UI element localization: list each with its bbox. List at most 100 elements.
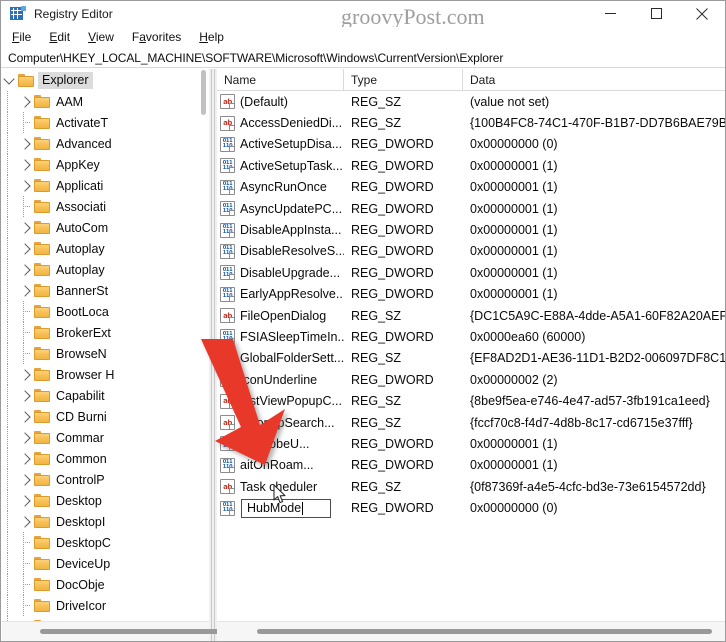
tree-elbow-connector [18, 196, 34, 217]
tree-elbow-connector [18, 532, 34, 553]
registry-value-row[interactable]: ab AccessDeniedDi... REG_SZ {100B4FC8-74C1-… [217, 112, 725, 133]
tree-item-desktop[interactable]: Desktop [2, 490, 209, 511]
registry-value-row[interactable]: 011 110 EarlyAppResolve... REG_DWORD 0x00000… [217, 284, 725, 305]
tree-vertical-scrollbar[interactable] [200, 69, 208, 621]
chevron-right-icon[interactable] [18, 427, 34, 448]
pane-splitter[interactable] [209, 69, 217, 641]
registry-value-row-editing[interactable]: 011 110 HubMode REG_DWORD 0x00000000 (0) [217, 497, 725, 518]
tree-item-controlp[interactable]: ControlP [2, 469, 209, 490]
value-name-edit-input[interactable]: HubMode [241, 498, 331, 518]
tree-guide-line [2, 490, 18, 511]
maximize-button[interactable] [633, 1, 679, 26]
tree-item-advanced[interactable]: Advanced [2, 133, 209, 154]
registry-tree-pane[interactable]: Explorer AAM ActivateT Advanced AppKey Applic… [2, 69, 209, 621]
tree-item-driveicor[interactable]: DriveIcor [2, 595, 209, 616]
minimize-button[interactable] [587, 1, 633, 26]
value-data-cell: {0f87369f-a4e5-4cfc-bd3e-73e6154572dd} [470, 479, 706, 494]
tree-item-desktopc[interactable]: DesktopC [2, 532, 209, 553]
tree-item-applicati[interactable]: Applicati [2, 175, 209, 196]
chevron-right-icon[interactable] [18, 406, 34, 427]
value-name-cell: 011 110 DisableUpgrade... [217, 265, 344, 281]
tree-item-cd-burni[interactable]: CD Burni [2, 406, 209, 427]
tree-item-label: BootLoca [56, 304, 109, 319]
tree-item-appkey[interactable]: AppKey [2, 154, 209, 175]
menu-file[interactable]: File [8, 28, 41, 47]
menu-favorites[interactable]: Favorites [128, 28, 191, 47]
address-bar[interactable]: Computer\HKEY_LOCAL_MACHINE\SOFTWARE\Mic… [1, 48, 725, 68]
registry-value-row[interactable]: 011 110 AsyncRunOnce REG_DWORD 0x00000001 (1… [217, 177, 725, 198]
tree-item-capabilit[interactable]: Capabilit [2, 385, 209, 406]
chevron-right-icon[interactable] [18, 280, 34, 301]
registry-value-row[interactable]: 011 110 DisableResolveS... REG_DWORD 0x00000… [217, 241, 725, 262]
tree-horizontal-scrollbar[interactable] [2, 621, 255, 641]
tree-item-activatet[interactable]: ActivateT [2, 112, 209, 133]
folder-icon [34, 598, 51, 613]
tree-item-bootloca[interactable]: BootLoca [2, 301, 209, 322]
list-horizontal-scrollbar[interactable] [217, 621, 725, 641]
registry-value-row[interactable]: ab FileOpenDialog REG_SZ {DC1C5A9C-E88A-4dd… [217, 305, 726, 326]
registry-value-row[interactable]: 011 110 IconUnderline REG_DWORD 0x00000002 (… [217, 369, 725, 390]
tree-item-autoplay[interactable]: Autoplay [2, 259, 209, 280]
tree-item-associati[interactable]: Associati [2, 196, 209, 217]
chevron-right-icon[interactable] [18, 238, 34, 259]
tree-item-docobje[interactable]: DocObje [2, 574, 209, 595]
chevron-right-icon[interactable] [18, 217, 34, 238]
registry-value-row[interactable]: ab GlobalFolderSett... REG_SZ {EF8AD2D1-AE3… [217, 348, 725, 369]
registry-value-row[interactable]: ab ListViewPopupC... REG_SZ {8be9f5ea-e746-… [217, 390, 725, 411]
column-header-type[interactable]: Type [344, 69, 463, 90]
folder-icon [34, 241, 51, 256]
registry-value-row[interactable]: 011 110 AsyncUpdatePC... REG_DWORD 0x0000000… [217, 198, 725, 219]
tree-item-autoplay[interactable]: Autoplay [2, 238, 209, 259]
tree-item-aam[interactable]: AAM [2, 91, 209, 112]
chevron-right-icon[interactable] [18, 364, 34, 385]
registry-value-row[interactable]: 011 110 ActiveSetupTask... REG_DWORD 0x00000… [217, 155, 725, 176]
chevron-right-icon[interactable] [18, 133, 34, 154]
tree-item-commar[interactable]: Commar [2, 427, 209, 448]
chevron-right-icon[interactable] [18, 175, 34, 196]
value-name-cell: 011 110 FSIASleepTimeIn... [217, 329, 344, 345]
chevron-right-icon[interactable] [18, 448, 34, 469]
menu-view[interactable]: View [84, 28, 124, 47]
value-name-cell: 011 110 AsyncRunOnce [217, 179, 344, 195]
value-name-cell: 011 110 AsyncUpdatePC... [217, 201, 344, 217]
tree-item-autocom[interactable]: AutoCom [2, 217, 209, 238]
registry-value-row[interactable]: 011 110 DisableAppInsta... REG_DWORD 0x00000… [217, 219, 725, 240]
chevron-right-icon[interactable] [18, 490, 34, 511]
tree-item-browsen[interactable]: BrowseN [2, 343, 209, 364]
registry-value-row[interactable]: ab VPopupSearch... REG_SZ {fccf70c8-f4d7-4d… [217, 412, 725, 433]
menu-help[interactable]: Help [195, 28, 234, 47]
registry-values-pane[interactable]: Name Type Data ab (Default) REG_SZ (value n… [217, 69, 726, 621]
list-hscroll-thumb[interactable] [257, 629, 712, 634]
folder-icon [34, 178, 51, 193]
tree-item-bannerst[interactable]: BannerSt [2, 280, 209, 301]
close-button[interactable] [679, 1, 725, 26]
tree-vscroll-thumb[interactable] [201, 70, 206, 115]
registry-value-row[interactable]: 011 110 lineOobeU... REG_DWORD 0x00000001 (1… [217, 433, 725, 454]
tree-item-common[interactable]: Common [2, 448, 209, 469]
registry-value-row[interactable]: 011 110 DisableUpgrade... REG_DWORD 0x000000… [217, 262, 725, 283]
chevron-right-icon[interactable] [18, 91, 34, 112]
registry-value-row[interactable]: 011 110 ActiveSetupDisa... REG_DWORD 0x00000… [217, 134, 725, 155]
registry-value-row[interactable]: ab Task cheduler REG_SZ {0f87369f-a4e5-4cfc… [217, 476, 725, 497]
chevron-right-icon[interactable] [18, 259, 34, 280]
value-type-cell-editing: REG_DWORD [351, 501, 434, 516]
column-header-data[interactable]: Data [463, 69, 725, 90]
value-data-cell: {DC1C5A9C-E88A-4dde-A5A1-60F82A20AEF7} [470, 308, 726, 323]
tree-item-explorer[interactable]: Explorer [2, 70, 209, 91]
chevron-right-icon[interactable] [18, 511, 34, 532]
chevron-right-icon[interactable] [18, 154, 34, 175]
chevron-right-icon[interactable] [18, 469, 34, 490]
tree-item-brokerext[interactable]: BrokerExt [2, 322, 209, 343]
column-header-name[interactable]: Name [217, 69, 344, 90]
registry-value-row[interactable]: ab (Default) REG_SZ (value not set) [217, 91, 725, 112]
chevron-down-icon[interactable] [2, 70, 18, 91]
value-name-text: ActiveSetupTask... [240, 158, 343, 173]
tree-item-desktopi[interactable]: DesktopI [2, 511, 209, 532]
tree-item-deviceup[interactable]: DeviceUp [2, 553, 209, 574]
registry-value-row[interactable]: 011 110 aitOnRoam... REG_DWORD 0x00000001 (1… [217, 455, 725, 476]
chevron-right-icon[interactable] [18, 385, 34, 406]
tree-item-browser-h[interactable]: Browser H [2, 364, 209, 385]
registry-value-row[interactable]: 011 110 FSIASleepTimeIn... REG_DWORD 0x0000e… [217, 326, 725, 347]
menu-edit[interactable]: Edit [45, 28, 80, 47]
value-type-cell: REG_DWORD [351, 223, 434, 238]
